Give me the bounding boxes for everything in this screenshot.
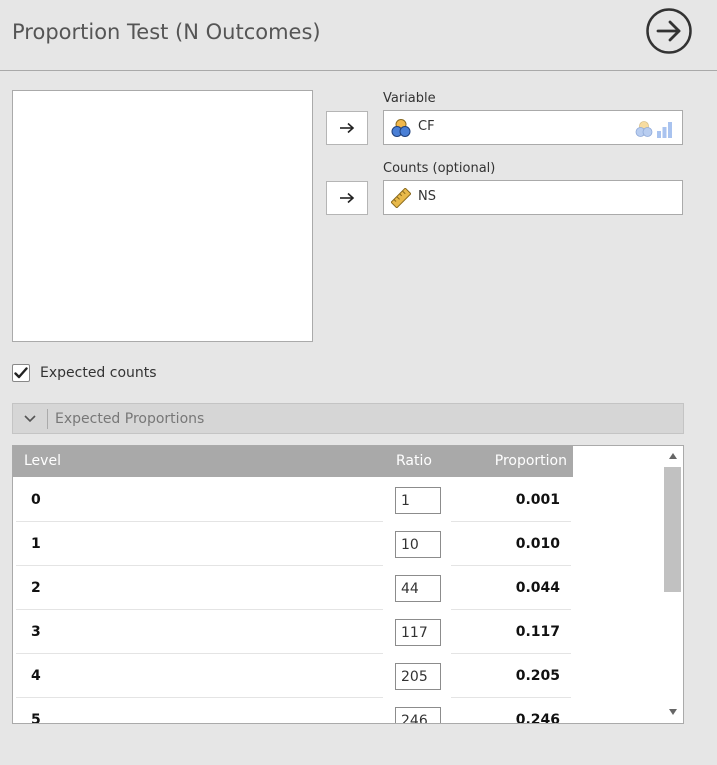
proportion-cell: 0.117 (515, 624, 560, 640)
table-row: 1 0.010 (13, 522, 573, 566)
scroll-up-arrow-icon[interactable] (668, 452, 678, 460)
move-to-counts-button[interactable] (326, 181, 368, 215)
arrow-right-icon (340, 122, 355, 134)
expected-counts-label: Expected counts (40, 365, 157, 381)
header-bar: Proportion Test (N Outcomes) (0, 0, 717, 71)
variable-label: Variable (383, 91, 436, 106)
proportion-cell: 0.044 (515, 580, 560, 596)
nominal-ordinal-type-icon (635, 121, 672, 138)
level-cell: 3 (31, 624, 41, 640)
move-to-variable-button[interactable] (326, 111, 368, 145)
checkmark-icon (14, 367, 28, 379)
page-title: Proportion Test (N Outcomes) (12, 20, 321, 44)
proportion-cell: 0.246 (515, 712, 560, 724)
nominal-variable-icon (391, 119, 411, 137)
expected-counts-checkbox[interactable] (12, 364, 30, 382)
proportion-cell: 0.010 (515, 536, 560, 552)
variable-value: CF (418, 119, 435, 134)
level-column-header: Level (24, 453, 61, 469)
ratio-input[interactable] (395, 663, 441, 690)
scroll-down-arrow-icon[interactable] (668, 708, 678, 716)
counts-value: NS (418, 189, 436, 204)
ratio-input[interactable] (395, 531, 441, 558)
level-cell: 0 (31, 492, 41, 508)
ratio-input[interactable] (395, 707, 441, 723)
arrow-right-icon (340, 192, 355, 204)
run-analysis-button[interactable] (646, 8, 692, 54)
level-cell: 2 (31, 580, 41, 596)
table-row: 4 0.205 (13, 654, 573, 698)
table-header: Level Ratio Proportion (13, 446, 573, 477)
expected-proportions-table: Level Ratio Proportion 0 0.001 1 0.010 2… (12, 445, 684, 724)
scrollbar-thumb[interactable] (664, 467, 681, 592)
proportion-cell: 0.205 (515, 668, 560, 684)
chevron-down-icon (24, 415, 36, 423)
ruler-continuous-icon (391, 188, 411, 208)
expected-counts-option[interactable]: Expected counts (12, 362, 157, 384)
proportion-cell: 0.001 (515, 492, 560, 508)
expected-proportions-section-toggle[interactable]: Expected Proportions (12, 403, 684, 434)
table-row: 2 0.044 (13, 566, 573, 610)
proportion-column-header: Proportion (494, 453, 567, 469)
counts-label: Counts (optional) (383, 161, 496, 176)
table-row: 3 0.117 (13, 610, 573, 654)
variable-target-box[interactable]: CF (383, 110, 683, 145)
level-cell: 1 (31, 536, 41, 552)
ratio-input[interactable] (395, 619, 441, 646)
level-cell: 5 (31, 712, 41, 724)
ratio-input[interactable] (395, 575, 441, 602)
table-row: 5 0.246 (13, 698, 573, 724)
ratio-column-header: Ratio (396, 453, 432, 469)
ratio-input[interactable] (395, 487, 441, 514)
counts-target-box[interactable]: NS (383, 180, 683, 215)
arrow-circle-right-icon (646, 8, 692, 54)
table-row: 0 0.001 (13, 478, 573, 522)
section-divider (47, 409, 48, 429)
source-variables-list[interactable] (12, 90, 313, 342)
section-title: Expected Proportions (55, 411, 205, 427)
level-cell: 4 (31, 668, 41, 684)
